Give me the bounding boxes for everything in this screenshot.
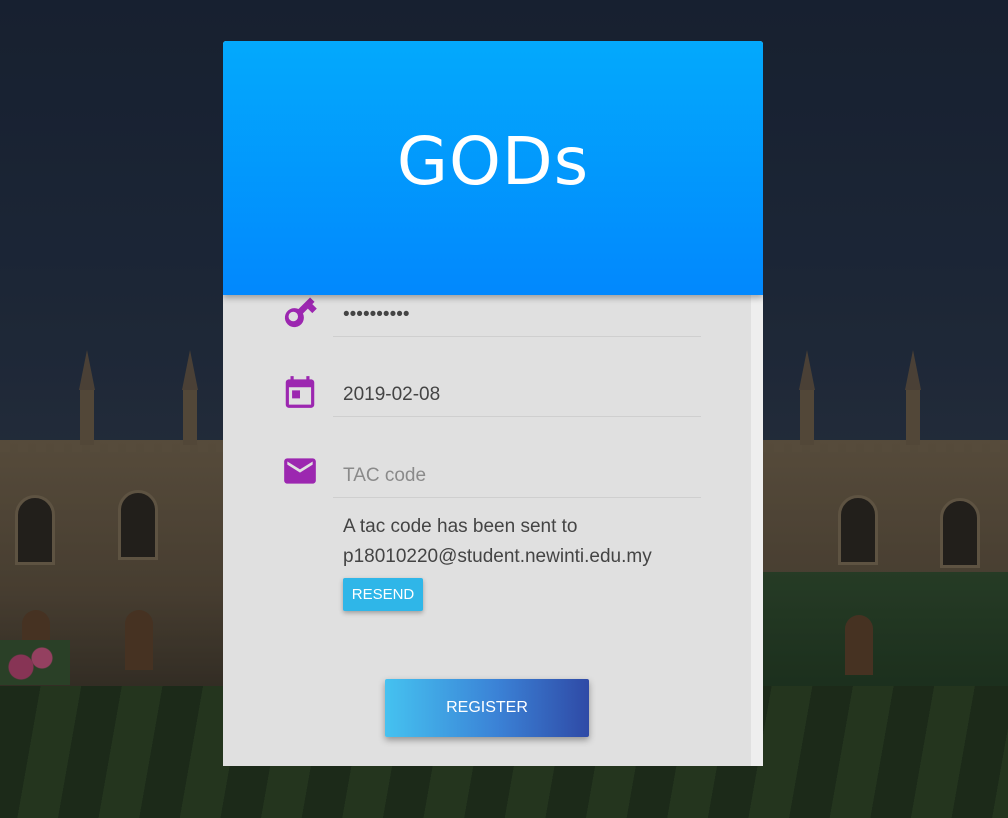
tac-note-email: p18010220@student.newinti.edu.my	[343, 546, 652, 567]
card-header: GODs	[223, 41, 763, 295]
envelope-icon	[281, 452, 319, 490]
key-icon	[281, 293, 319, 331]
app-title: GODs	[396, 123, 590, 200]
tac-note-line1: A tac code has been sent to	[343, 516, 578, 537]
password-input[interactable]	[333, 293, 701, 337]
register-card: GODs A tac code has been sent to p180102…	[223, 41, 763, 766]
tac-sent-message: A tac code has been sent to p18010220@st…	[343, 512, 743, 572]
calendar-icon	[281, 373, 319, 411]
resend-button[interactable]: RESEND	[343, 578, 423, 611]
tac-field-row	[223, 454, 763, 514]
password-field-row	[223, 291, 763, 351]
date-input[interactable]	[333, 373, 701, 417]
date-field-row	[223, 373, 763, 433]
card-scroll-gutter	[751, 295, 763, 766]
register-button[interactable]: REGISTER	[385, 679, 589, 737]
tac-code-input[interactable]	[333, 454, 701, 498]
